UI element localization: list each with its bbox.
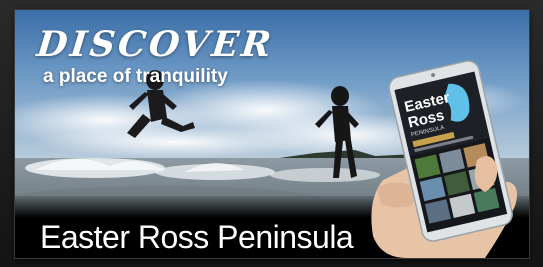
outer-frame: DISCOVER a place of tranquility Easter R…: [0, 0, 543, 267]
phone-in-hand: Easter Ross PENINSULA: [371, 60, 517, 258]
banner-card[interactable]: DISCOVER a place of tranquility Easter R…: [15, 10, 529, 258]
